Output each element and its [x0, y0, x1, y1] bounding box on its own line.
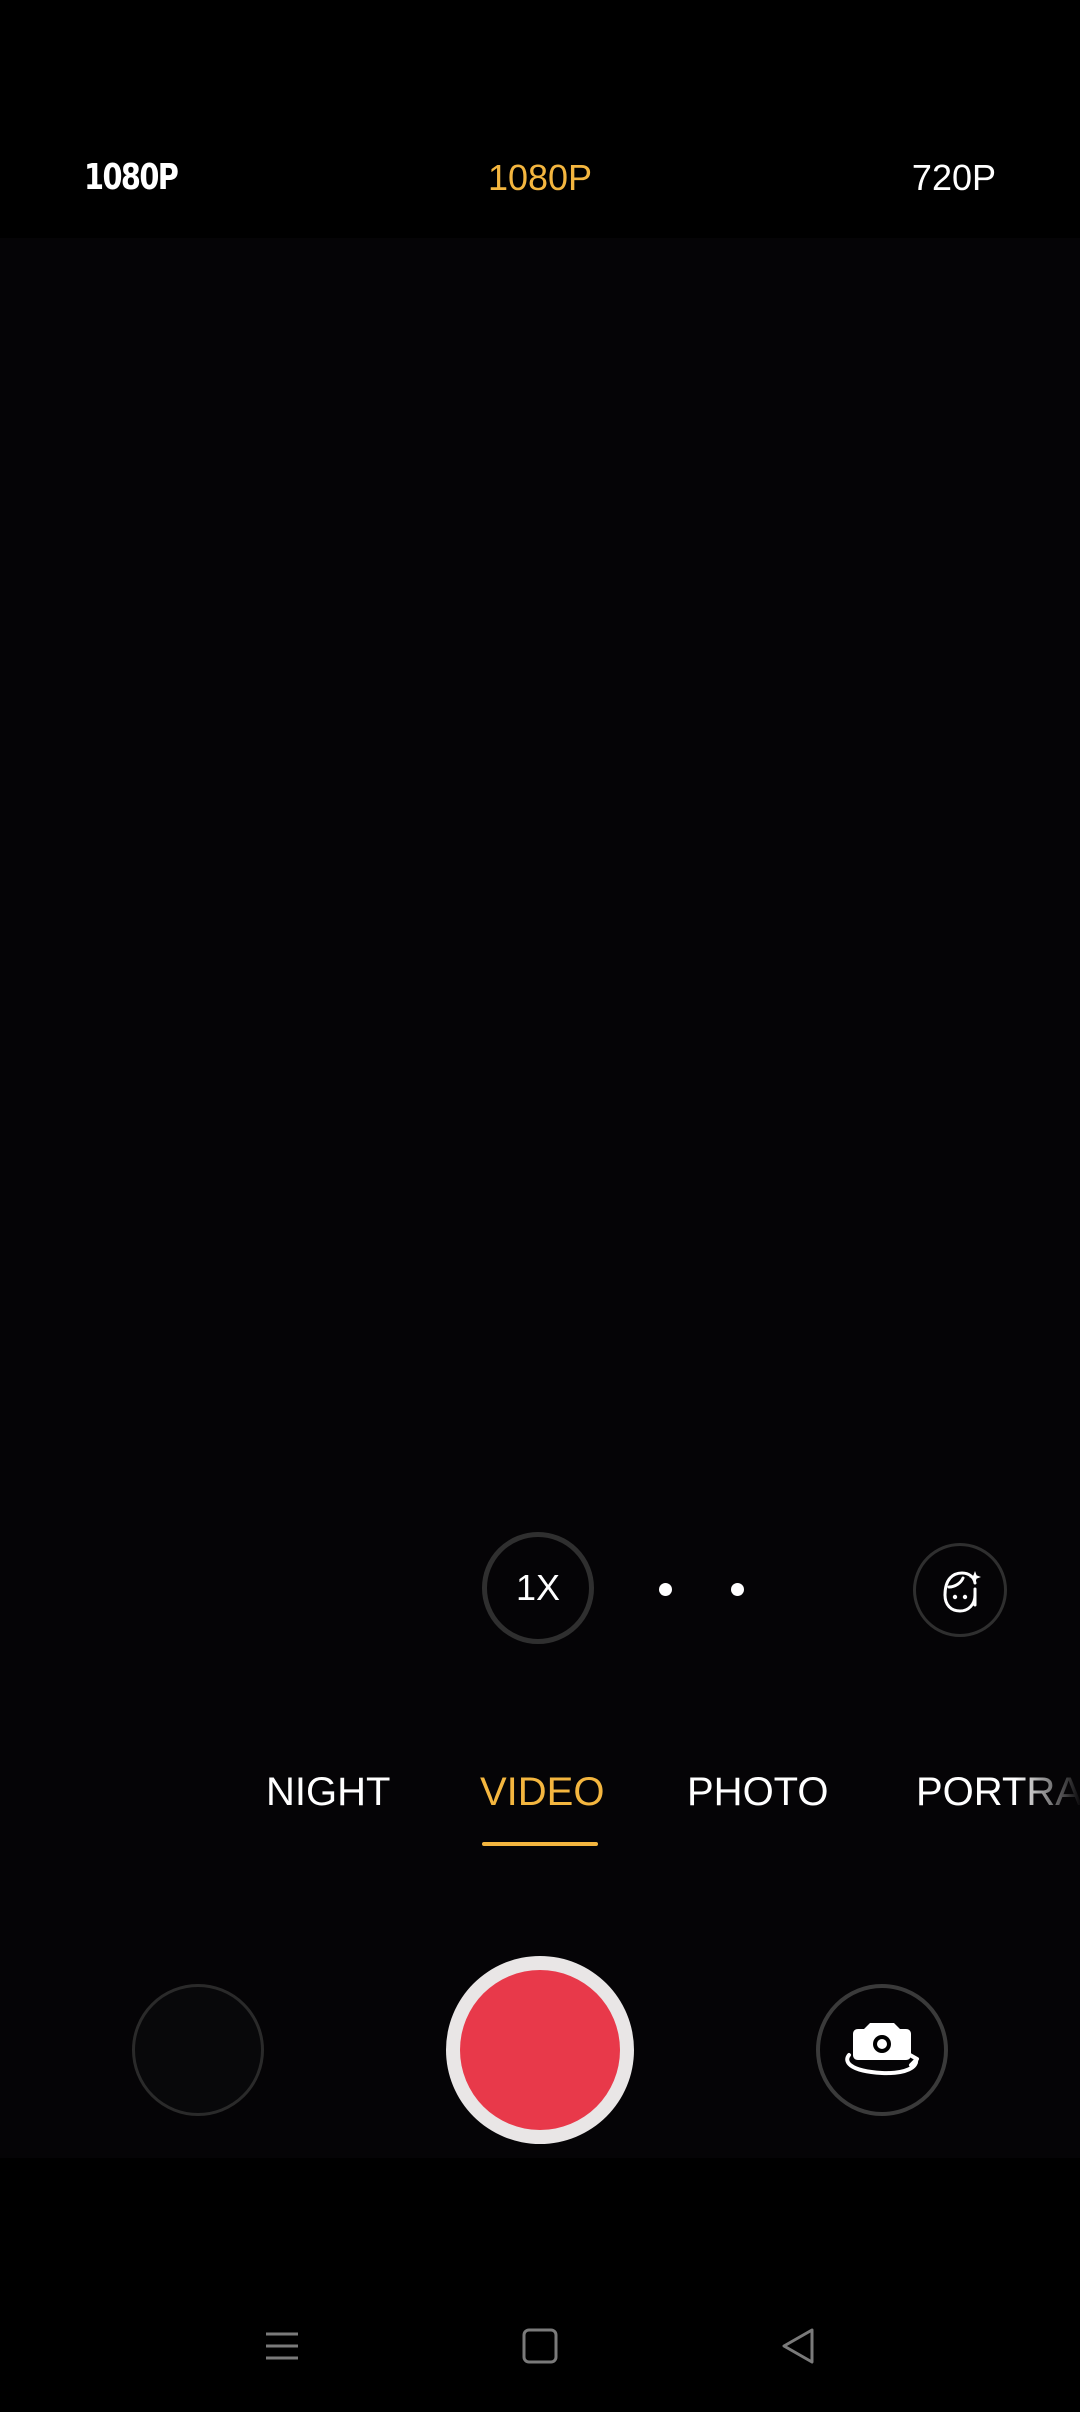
zoom-level-label: 1X — [515, 1567, 561, 1608]
menu-icon — [266, 2332, 298, 2360]
home-icon — [522, 2328, 558, 2364]
mode-photo[interactable]: PHOTO — [687, 1760, 829, 1824]
selected-mode-indicator — [482, 1842, 598, 1846]
switch-camera-button[interactable] — [816, 1984, 948, 2116]
mode-night[interactable]: NIGHT — [266, 1760, 390, 1824]
record-button[interactable] — [446, 1956, 634, 2144]
beauty-mode-button[interactable] — [913, 1543, 1007, 1637]
mode-portrait[interactable]: PORTRA — [916, 1760, 1080, 1824]
zoom-level-dot[interactable] — [731, 1583, 744, 1596]
mode-video[interactable]: VIDEO — [480, 1760, 604, 1824]
back-button[interactable] — [768, 2316, 828, 2376]
gallery-thumbnail[interactable] — [132, 1984, 264, 2116]
zoom-level-button[interactable]: 1X — [482, 1532, 594, 1644]
zoom-level-dot[interactable] — [659, 1583, 672, 1596]
resolution-option-720p[interactable]: 720P — [912, 150, 996, 206]
face-beauty-icon — [943, 1571, 981, 1613]
home-button[interactable] — [510, 2316, 570, 2376]
camera-flip-icon — [845, 2023, 919, 2076]
record-button-inner — [460, 1970, 620, 2130]
system-navigation-bar — [0, 2290, 1080, 2412]
camera-viewfinder[interactable] — [0, 238, 1080, 2158]
back-icon — [782, 2328, 814, 2364]
mode-selector: NIGHT VIDEO PHOTO PORTRA — [0, 1750, 1080, 1850]
recent-apps-button[interactable] — [252, 2316, 312, 2376]
resolution-bar: 1080P 1080P 720P — [0, 0, 1080, 238]
camera-app: 1080P 1080P 720P 1X NIGHT VIDEO PHOTO PO… — [0, 0, 1080, 2412]
